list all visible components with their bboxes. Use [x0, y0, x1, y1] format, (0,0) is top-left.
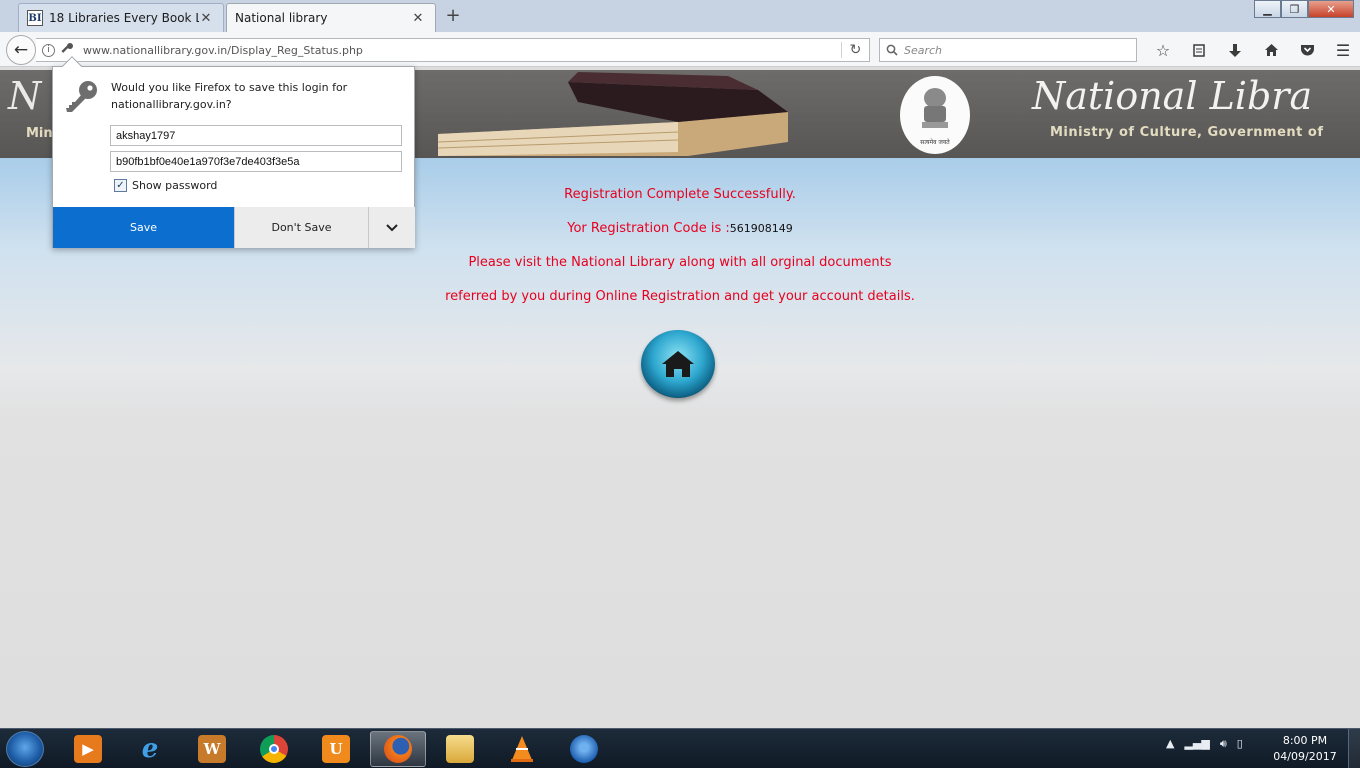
start-button[interactable] [6, 731, 44, 767]
word-app[interactable]: W [184, 731, 240, 767]
search-icon [886, 44, 898, 56]
show-password-checkbox[interactable]: ✓ [114, 179, 127, 192]
clock-date: 04/09/2017 [1273, 750, 1337, 763]
registration-code-value: 561908149 [729, 222, 793, 235]
back-arrow-icon: ← [13, 40, 29, 60]
firefox-icon [384, 735, 412, 763]
emblem-caption: सत्यमेव जयते [920, 139, 950, 146]
books-image [437, 72, 788, 156]
tab-title: 18 Libraries Every Book Lover [49, 11, 199, 25]
save-button[interactable]: Save [53, 207, 234, 248]
show-password-row[interactable]: ✓ Show password [114, 179, 217, 192]
close-window-button[interactable]: ✕ [1308, 0, 1354, 18]
tab-favicon: BI [27, 10, 43, 26]
show-password-label: Show password [132, 179, 218, 192]
search-placeholder: Search [904, 43, 943, 57]
tab-national-library[interactable]: National library ✕ [226, 3, 436, 32]
info-icon[interactable]: i [42, 43, 55, 57]
home-button[interactable] [641, 330, 715, 398]
home-icon [662, 351, 694, 377]
word-icon: W [198, 735, 226, 763]
more-options-button[interactable] [368, 207, 415, 248]
window-controls: ▁ ❐ ✕ [1254, 0, 1354, 18]
toolbar-icons: ☆ ☰ [1145, 38, 1360, 62]
minimize-button[interactable]: ▁ [1254, 0, 1281, 18]
windows-taskbar: ▶ e W U ▲ ▂▄▆ 🔊︎ ▯ 8:00 PM 04/09/2017 [0, 728, 1360, 768]
network-icon[interactable]: ▂▄▆ [1184, 737, 1209, 751]
uc-browser-icon: U [322, 735, 350, 763]
close-icon[interactable]: ✕ [411, 11, 425, 26]
key-icon [66, 81, 97, 112]
clipboard-icon[interactable] [1181, 38, 1217, 62]
vlc-icon [511, 736, 533, 762]
firefox-app[interactable] [370, 731, 426, 767]
battery-icon[interactable]: ▯ [1237, 737, 1243, 751]
url-text[interactable]: www.nationallibrary.gov.in/Display_Reg_S… [83, 44, 841, 57]
banner-title: National Libra [1032, 74, 1313, 118]
dont-save-button-label: Don't Save [271, 221, 332, 234]
close-icon[interactable]: ✕ [199, 11, 213, 26]
media-player-app[interactable]: ▶ [60, 731, 116, 767]
system-tray: ▲ ▂▄▆ 🔊︎ ▯ [1166, 737, 1243, 751]
tab-libraries[interactable]: BI 18 Libraries Every Book Lover ✕ [18, 3, 224, 32]
media-player-icon: ▶ [74, 735, 102, 763]
star-icon[interactable]: ☆ [1145, 38, 1181, 62]
firefox-alt-icon [570, 735, 598, 763]
banner-subtitle: Ministry of Culture, Government of [1050, 125, 1324, 140]
banner-left-text: N [8, 74, 42, 118]
file-explorer-app[interactable] [432, 731, 488, 767]
volume-icon[interactable]: 🔊︎ [1220, 737, 1227, 751]
reload-icon[interactable]: ↻ [841, 42, 869, 58]
dont-save-button[interactable]: Don't Save [234, 207, 368, 248]
tab-title: National library [235, 11, 328, 25]
username-field[interactable] [110, 125, 402, 146]
chevron-down-icon [386, 223, 398, 231]
instruction-line-2: referred by you during Online Registrati… [445, 289, 915, 304]
folder-icon [446, 735, 474, 763]
pocket-icon[interactable] [1289, 38, 1325, 62]
save-login-popup: Would you like Firefox to save this logi… [52, 56, 415, 248]
instruction-line-1: Please visit the National Library along … [468, 255, 892, 270]
search-bar[interactable]: Search [879, 38, 1137, 62]
clock[interactable]: 8:00 PM 04/09/2017 [1270, 733, 1340, 765]
download-icon[interactable] [1217, 38, 1253, 62]
clock-time: 8:00 PM [1282, 734, 1328, 747]
chrome-icon [260, 735, 288, 763]
registration-code-label: Yor Registration Code is : [567, 221, 730, 236]
national-emblem-icon: सत्यमेव जयते [900, 76, 970, 154]
internet-explorer-app[interactable]: e [122, 731, 178, 767]
url-bar[interactable]: i www.nationallibrary.gov.in/Display_Reg… [36, 38, 870, 62]
firefox-alt-app[interactable] [556, 731, 612, 767]
internet-explorer-icon: e [141, 734, 159, 764]
navigation-toolbar: ← i www.nationallibrary.gov.in/Display_R… [0, 32, 1360, 67]
popup-message: Would you like Firefox to save this logi… [111, 81, 348, 111]
show-hidden-icons-icon[interactable]: ▲ [1166, 737, 1174, 751]
save-button-label: Save [129, 221, 157, 234]
new-tab-button[interactable]: + [444, 5, 462, 26]
uc-browser-app[interactable]: U [308, 731, 364, 767]
vlc-app[interactable] [494, 731, 550, 767]
home-icon[interactable] [1253, 38, 1289, 62]
show-desktop-button[interactable] [1348, 729, 1360, 768]
hamburger-menu-icon[interactable]: ☰ [1325, 38, 1360, 62]
password-field[interactable] [110, 151, 402, 172]
chrome-app[interactable] [246, 731, 302, 767]
back-button[interactable]: ← [6, 35, 36, 65]
maximize-button[interactable]: ❐ [1281, 0, 1308, 18]
tab-strip: BI 18 Libraries Every Book Lover ✕ Natio… [0, 0, 1360, 32]
